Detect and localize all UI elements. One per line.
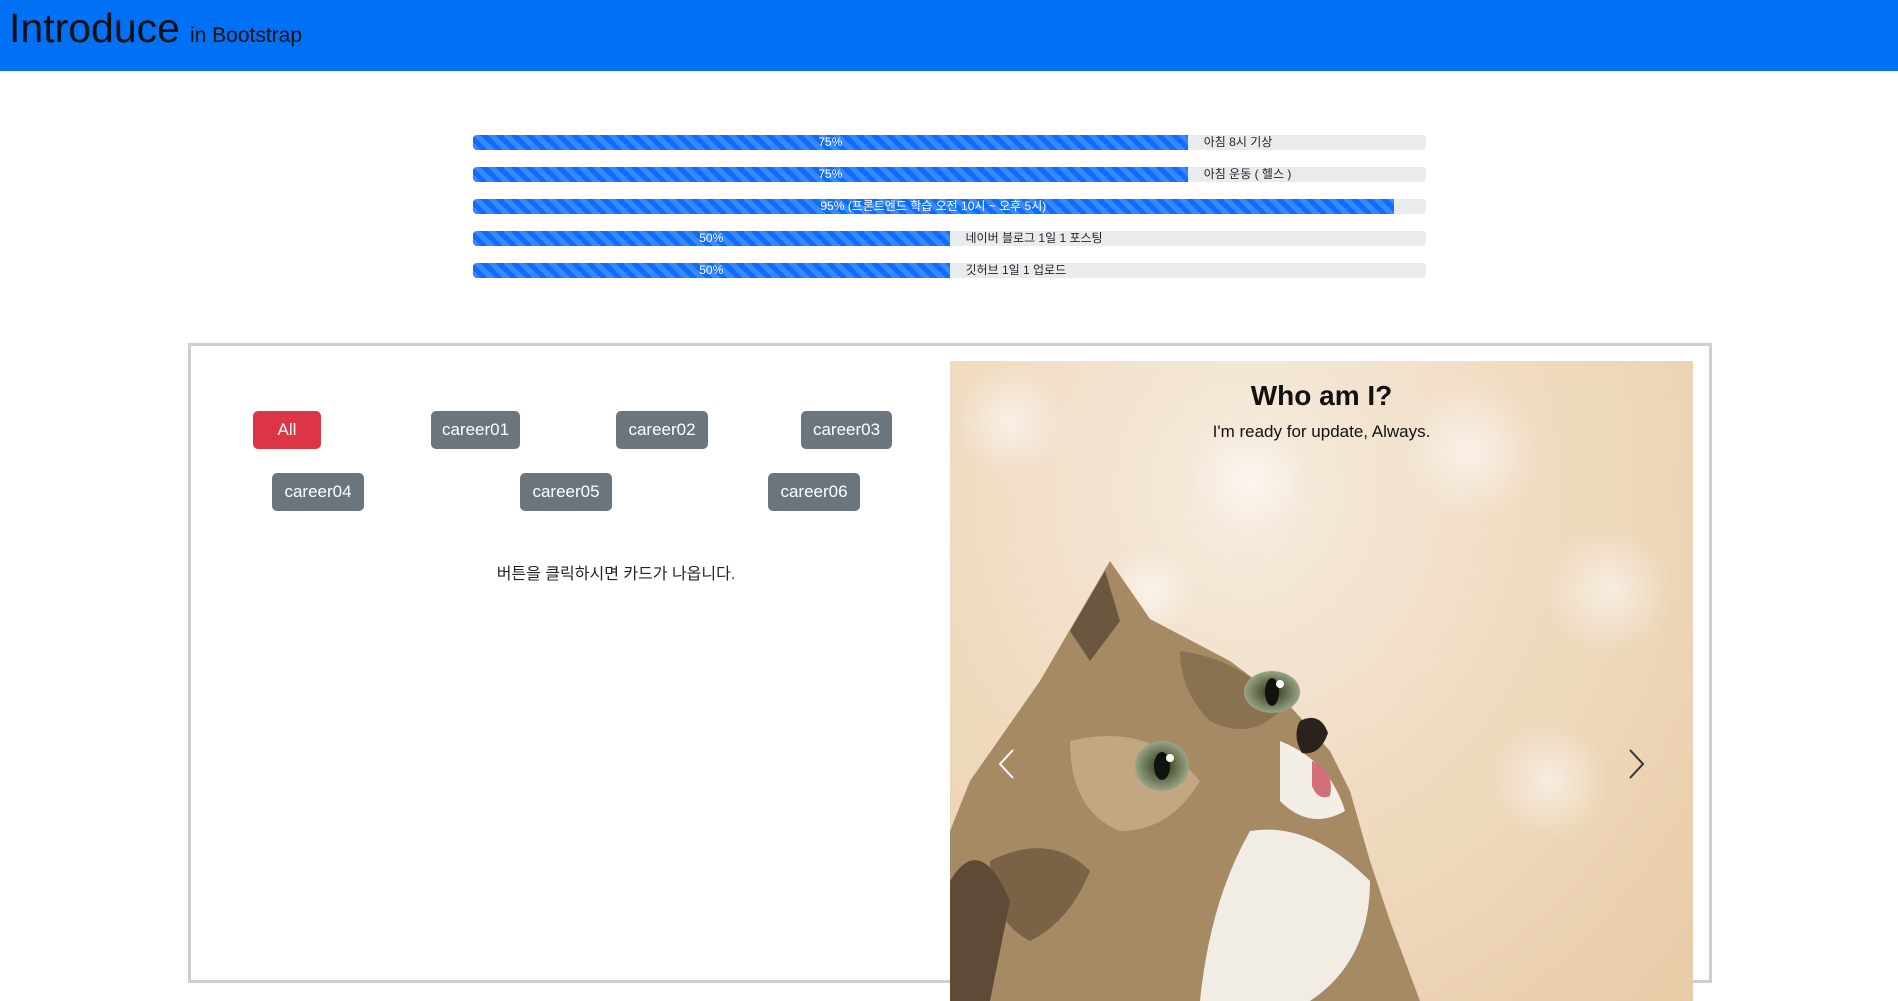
brand-subtitle: in Bootstrap [189, 24, 303, 47]
progress-exercise: 75% 아침 운동 ( 헬스 ) [473, 167, 1426, 182]
progress-label: 네이버 블로그 1일 1 포스팅 [965, 231, 1103, 245]
progress-blog: 50% 네이버 블로그 1일 1 포스팅 [473, 231, 1426, 246]
carousel-caption: Who am I? I'm ready for update, Always. [950, 380, 1693, 442]
progress-label: 깃허브 1일 1 업로드 [965, 263, 1067, 277]
progress-label: 아침 8시 기상 [1203, 135, 1273, 149]
carousel-prev-icon[interactable] [995, 746, 1019, 782]
progress-value: 75% [818, 167, 843, 181]
progress-github: 50% 깃허브 1일 1 업로드 [473, 263, 1426, 278]
filter-career04-button[interactable]: career04 [272, 473, 364, 511]
carousel-next-icon[interactable] [1624, 746, 1648, 782]
navbar-brand[interactable]: Introduce in Bootstrap [9, 8, 302, 71]
filter-career05-button[interactable]: career05 [520, 473, 612, 511]
progress-bar: 95% (프론트엔드 학습 오전 10시 ~ 오후 5시) [473, 199, 1394, 214]
filter-all-button[interactable]: All [253, 411, 321, 449]
progress-value: 75% [818, 135, 843, 149]
filter-career06-button[interactable]: career06 [768, 473, 860, 511]
progress-bar: 75% [473, 167, 1188, 182]
filter-career01-button[interactable]: career01 [431, 411, 520, 449]
filter-career02-button[interactable]: career02 [616, 411, 708, 449]
progress-wakeup: 75% 아침 8시 기상 [473, 135, 1426, 150]
progress-label: 아침 운동 ( 헬스 ) [1203, 167, 1292, 181]
carousel-subtitle: I'm ready for update, Always. [1212, 422, 1431, 441]
carousel-title: Who am I? [1250, 380, 1393, 411]
progress-bar: 75% [473, 135, 1188, 150]
progress-value: 50% [699, 263, 724, 277]
progress-bar: 50% [473, 231, 950, 246]
progress-bar: 50% [473, 263, 950, 278]
filter-career03-button[interactable]: career03 [801, 411, 892, 449]
card-hint-text: 버튼을 클릭하시면 카드가 나옵니다. [496, 566, 736, 583]
intro-carousel: Who am I? I'm ready for update, Always. [950, 361, 1693, 1001]
progress-frontend-study: 95% (프론트엔드 학습 오전 10시 ~ 오후 5시) [473, 199, 1426, 214]
career-section: All career01 career02 career03 career04 … [188, 343, 1712, 1001]
progress-value: 95% (프론트엔드 학습 오전 10시 ~ 오후 5시) [820, 199, 1047, 213]
progress-list: 75% 아침 8시 기상 75% 아침 운동 ( 헬스 ) 95% (프론트엔드… [473, 135, 1426, 295]
progress-value: 50% [699, 231, 724, 245]
navbar: Introduce in Bootstrap [0, 0, 1898, 71]
brand-title: Introduce [9, 5, 180, 51]
kitten-photo [950, 366, 1675, 1001]
